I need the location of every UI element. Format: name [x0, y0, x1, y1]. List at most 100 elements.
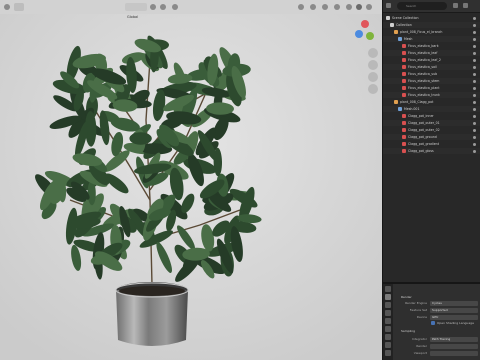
gizmo-x-icon[interactable]	[361, 20, 369, 28]
filter-icon[interactable]	[453, 3, 458, 8]
right-sidebar: Search Scene Collection Collection plant_0…	[382, 0, 480, 360]
property-label: Feature Set	[409, 308, 427, 312]
outliner-row[interactable]: Ficus_elastica_leaf_2	[383, 57, 480, 63]
viewport-header: Global	[0, 0, 382, 19]
zoom-icon[interactable]	[368, 48, 378, 58]
visibility-eye-icon[interactable]	[473, 44, 476, 48]
perspective-toggle-icon[interactable]	[368, 84, 378, 94]
visibility-eye-icon[interactable]	[473, 114, 476, 118]
gizmo-z-icon[interactable]	[355, 30, 363, 38]
visibility-eye-icon[interactable]	[473, 100, 476, 104]
visibility-eye-icon[interactable]	[473, 149, 476, 153]
outliner-row-label: Clagg_pot_gradient	[408, 142, 439, 146]
outliner-row[interactable]: Ficus_elastica_sub	[383, 71, 480, 77]
view-menu-icon[interactable]	[14, 3, 24, 11]
visibility-eye-icon[interactable]	[473, 93, 476, 97]
outliner-row[interactable]: plant_008_Ficus_el_branch	[383, 29, 480, 35]
visibility-eye-icon[interactable]	[473, 79, 476, 83]
visibility-eye-icon[interactable]	[473, 72, 476, 76]
outliner-row[interactable]: Ficus_elastica_bark	[383, 43, 480, 49]
pivot-icon[interactable]	[150, 4, 156, 10]
display-mode-icon[interactable]	[386, 3, 391, 8]
object-type-icon	[398, 107, 402, 111]
object-type-icon	[402, 142, 406, 146]
visibility-eye-icon[interactable]	[473, 58, 476, 62]
viewport-canvas[interactable]	[0, 0, 382, 360]
proportional-icon[interactable]	[172, 4, 178, 10]
shading-rendered-icon[interactable]	[366, 4, 372, 10]
property-label: Integrator	[411, 337, 427, 341]
outliner-row[interactable]: Clagg_pot_inner	[383, 113, 480, 119]
outliner-row[interactable]: Scene Collection	[383, 15, 480, 21]
outliner-row[interactable]: Ficus_elastica_plant	[383, 85, 480, 91]
outliner-row[interactable]: Ficus_elastica_stem	[383, 78, 480, 84]
gizmo-toggle-icon[interactable]	[310, 4, 316, 10]
transform-orientation-select[interactable]: Global	[125, 3, 147, 19]
outliner-tree[interactable]: Scene Collection Collection plant_008_Ficu…	[383, 13, 480, 288]
property-label: Device	[416, 315, 427, 319]
new-collection-icon[interactable]	[463, 3, 468, 8]
visibility-eye-icon[interactable]	[473, 65, 476, 69]
outliner-row-label: Clagg_pot_outer_01	[408, 121, 440, 125]
camera-view-icon[interactable]	[368, 72, 378, 82]
object-type-icon	[390, 23, 394, 27]
outliner-row[interactable]: plant_008_Clagg_pot	[383, 99, 480, 105]
property-field[interactable]: Path Tracing	[430, 336, 478, 342]
editor-type-icon[interactable]	[4, 4, 10, 10]
visibility-icon[interactable]	[298, 4, 304, 10]
visibility-eye-icon[interactable]	[473, 121, 476, 125]
property-field[interactable]: Supported	[430, 307, 478, 313]
object-type-icon	[402, 65, 406, 69]
outliner-row[interactable]: Clagg_pot_outer_02	[383, 127, 480, 133]
outliner-row[interactable]: Ficus_elastica_soil	[383, 64, 480, 70]
outliner-row[interactable]: Ficus_elastica_trunk	[383, 92, 480, 98]
visibility-eye-icon[interactable]	[473, 16, 476, 20]
outliner-row[interactable]: Collection	[383, 22, 480, 28]
object-type-icon	[402, 149, 406, 153]
visibility-eye-icon[interactable]	[473, 128, 476, 132]
shading-material-icon[interactable]	[356, 4, 362, 10]
outliner-row[interactable]: Clagg_pot_gloss	[383, 148, 480, 154]
outliner-row[interactable]: Ficus_elastica_leaf	[383, 50, 480, 56]
visibility-eye-icon[interactable]	[473, 142, 476, 146]
visibility-eye-icon[interactable]	[473, 135, 476, 139]
property-field[interactable]: Cycles	[430, 300, 478, 306]
visibility-eye-icon[interactable]	[473, 37, 476, 41]
gizmo-y-icon[interactable]	[366, 32, 374, 40]
outliner-row-label: Ficus_elastica_bark	[408, 44, 439, 48]
tool-tab-icon[interactable]	[385, 286, 391, 292]
pan-icon[interactable]	[368, 60, 378, 70]
property-field[interactable]	[430, 350, 478, 356]
overlay-icon[interactable]	[322, 4, 328, 10]
outliner-row[interactable]: Mesh	[383, 36, 480, 42]
sampling-section-title[interactable]: Sampling	[401, 328, 415, 334]
shading-solid-icon[interactable]	[346, 4, 352, 10]
visibility-eye-icon[interactable]	[473, 107, 476, 111]
osl-checkbox[interactable]	[431, 321, 435, 325]
visibility-eye-icon[interactable]	[473, 86, 476, 90]
outliner-row[interactable]: Clagg_pot_ground	[383, 134, 480, 140]
outliner-search-input[interactable]: Search	[397, 2, 447, 10]
visibility-eye-icon[interactable]	[473, 51, 476, 55]
property-field[interactable]: GPU	[430, 314, 478, 320]
outliner-row-label: Clagg_pot_inner	[408, 114, 434, 118]
object-type-icon	[402, 86, 406, 90]
xray-icon[interactable]	[334, 4, 340, 10]
3d-viewport[interactable]: Global	[0, 0, 382, 360]
visibility-eye-icon[interactable]	[473, 30, 476, 34]
outliner-row[interactable]: Mesh.001	[383, 106, 480, 112]
world-tab-icon[interactable]	[385, 326, 391, 332]
object-type-icon	[394, 100, 398, 104]
snap-icon[interactable]	[160, 4, 166, 10]
object-type-icon	[402, 72, 406, 76]
object-type-icon	[402, 51, 406, 55]
outliner-row-label: Clagg_pot_ground	[408, 135, 437, 139]
property-field[interactable]	[430, 343, 478, 349]
object-type-icon	[402, 121, 406, 125]
outliner-row-label: Clagg_pot_outer_02	[408, 128, 440, 132]
visibility-eye-icon[interactable]	[473, 23, 476, 27]
outliner-row[interactable]: Clagg_pot_gradient	[383, 141, 480, 147]
search-placeholder: Search	[406, 4, 417, 8]
object-type-icon	[402, 79, 406, 83]
outliner-row[interactable]: Clagg_pot_outer_01	[383, 120, 480, 126]
